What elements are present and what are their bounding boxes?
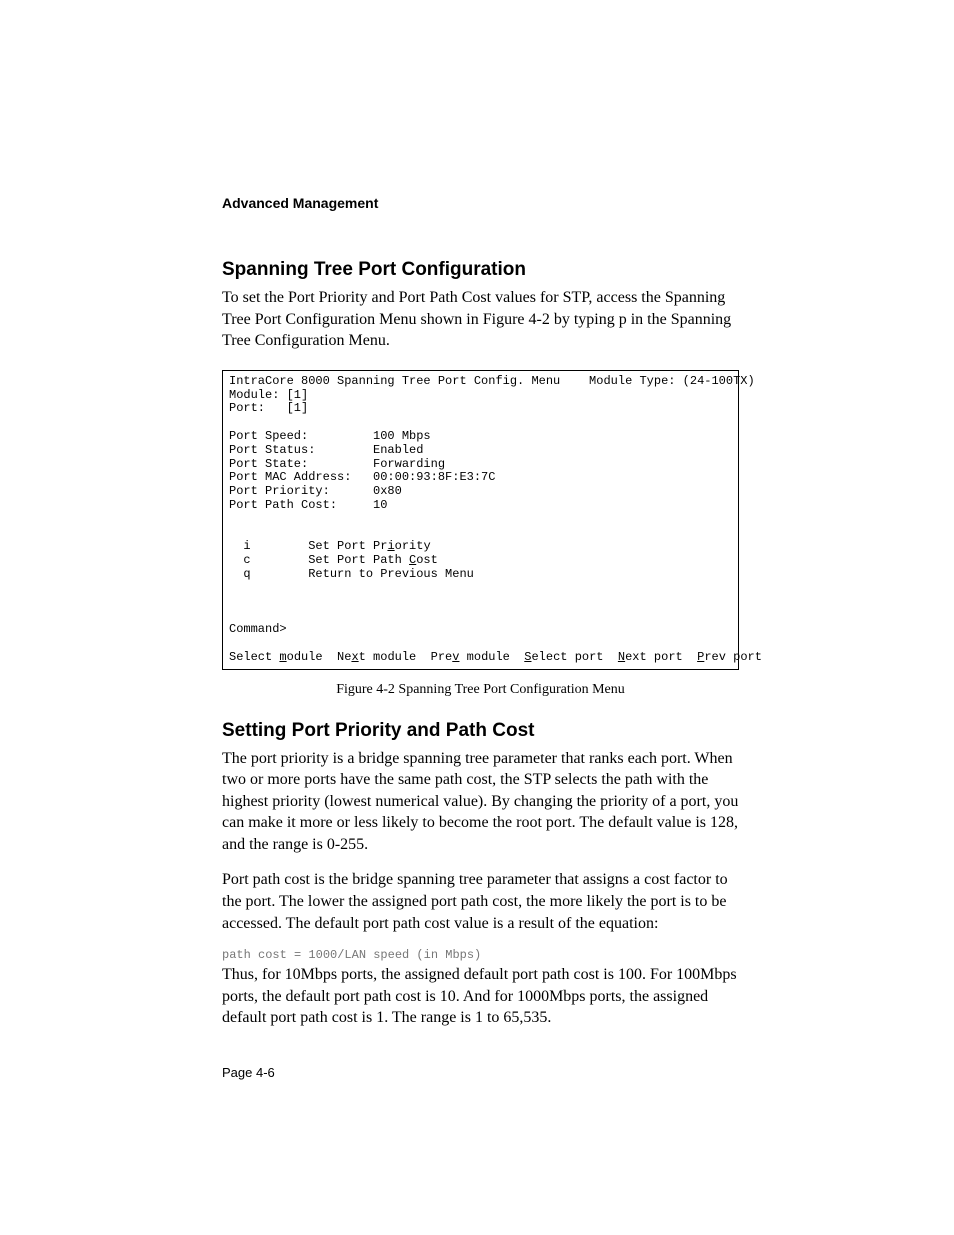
section2-p3: Thus, for 10Mbps ports, the assigned def… [222, 964, 739, 1029]
section2-p2: Port path cost is the bridge spanning tr… [222, 869, 739, 934]
chapter-header: Advanced Management [222, 195, 739, 211]
equation-code: path cost = 1000/LAN speed (in Mbps) [222, 948, 739, 962]
section-heading-1: Spanning Tree Port Configuration [222, 259, 739, 281]
figure-caption: Figure 4-2 Spanning Tree Port Configurat… [222, 682, 739, 698]
section-heading-2: Setting Port Priority and Path Cost [222, 720, 739, 742]
section2-p1: The port priority is a bridge spanning t… [222, 748, 739, 856]
section1-paragraph: To set the Port Priority and Port Path C… [222, 287, 739, 352]
page-number: Page 4-6 [222, 1065, 275, 1080]
document-page: Advanced Management Spanning Tree Port C… [0, 0, 954, 1235]
terminal-screenshot: IntraCore 8000 Spanning Tree Port Config… [222, 370, 739, 670]
